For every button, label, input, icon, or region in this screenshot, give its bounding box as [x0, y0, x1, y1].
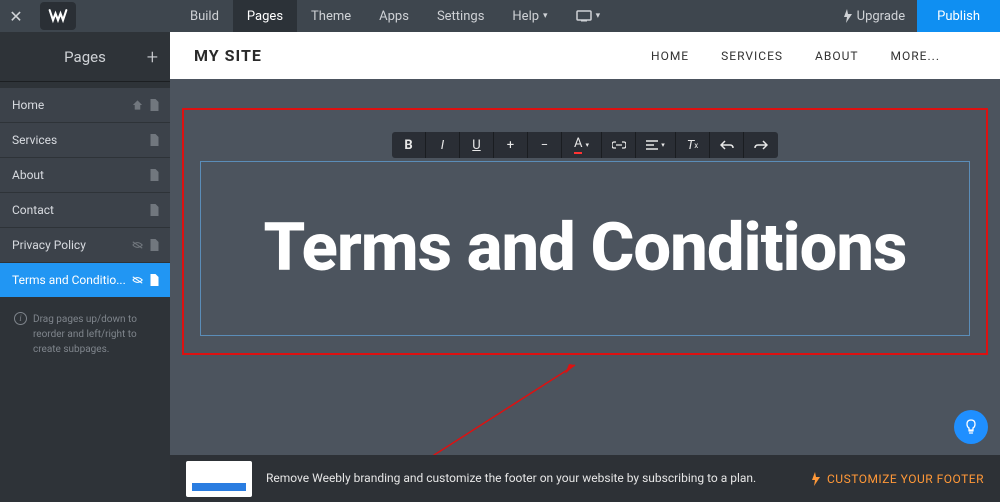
page-icon: [149, 274, 160, 286]
customize-footer-button[interactable]: CUSTOMIZE YOUR FOOTER: [811, 472, 984, 486]
hidden-icon: [132, 274, 143, 286]
sidebar-item-contact[interactable]: Contact: [0, 193, 170, 228]
site-nav: HOME SERVICES ABOUT MORE...: [651, 49, 976, 63]
weebly-logo[interactable]: [40, 2, 76, 30]
home-icon: [132, 99, 143, 111]
nav-home[interactable]: HOME: [651, 49, 689, 63]
page-icon: [149, 239, 160, 251]
add-page-icon[interactable]: +: [147, 45, 158, 69]
info-icon: i: [14, 312, 27, 325]
heading-textbox[interactable]: Terms and Conditions: [200, 161, 970, 336]
menu-help[interactable]: Help▾: [498, 0, 561, 32]
site-title[interactable]: MY SITE: [194, 46, 262, 65]
page-icon: [149, 134, 160, 146]
sidebar-item-privacy[interactable]: Privacy Policy: [0, 228, 170, 263]
device-preview[interactable]: ▾: [562, 0, 615, 32]
menu-settings[interactable]: Settings: [423, 0, 498, 32]
sidebar-item-label: Privacy Policy: [12, 238, 86, 252]
upgrade-button[interactable]: Upgrade: [831, 9, 917, 24]
help-fab[interactable]: [954, 410, 988, 444]
text-toolbar: B I U + − A▾ ▾ Tx: [392, 132, 778, 158]
sidebar-item-services[interactable]: Services: [0, 123, 170, 158]
editor-canvas: MY SITE HOME SERVICES ABOUT MORE... B I …: [170, 32, 1000, 502]
menu-build[interactable]: Build: [176, 0, 233, 32]
footer-promo: Remove Weebly branding and customize the…: [170, 455, 1000, 502]
sidebar-item-label: Services: [12, 133, 57, 147]
lightbulb-icon: [963, 419, 979, 435]
footer-text: Remove Weebly branding and customize the…: [266, 470, 756, 487]
footer-thumbnail: [186, 461, 252, 497]
decrease-button[interactable]: −: [528, 132, 562, 158]
undo-button[interactable]: [710, 132, 744, 158]
sidebar-title: Pages: [64, 48, 106, 66]
sidebar-item-home[interactable]: Home: [0, 88, 170, 123]
sidebar-header: Pages +: [0, 32, 170, 82]
nav-services[interactable]: SERVICES: [721, 49, 783, 63]
italic-button[interactable]: I: [426, 132, 460, 158]
menu-apps[interactable]: Apps: [365, 0, 423, 32]
page-icon: [149, 204, 160, 216]
redo-button[interactable]: [744, 132, 778, 158]
page-icon: [149, 99, 160, 111]
color-button[interactable]: A▾: [562, 132, 602, 158]
sidebar-item-label: About: [12, 168, 44, 182]
sidebar-item-label: Home: [12, 98, 44, 112]
hero-section[interactable]: B I U + − A▾ ▾ Tx Terms and Conditions: [170, 79, 1000, 502]
sidebar-hint: i Drag pages up/down to reorder and left…: [0, 298, 170, 371]
link-button[interactable]: [602, 132, 636, 158]
sidebar-item-label: Terms and Conditio...: [12, 273, 126, 287]
hidden-icon: [132, 239, 143, 251]
publish-button[interactable]: Publish: [917, 0, 1000, 32]
menu-theme[interactable]: Theme: [297, 0, 365, 32]
increase-button[interactable]: +: [494, 132, 528, 158]
sidebar-item-about[interactable]: About: [0, 158, 170, 193]
sidebar-item-label: Contact: [12, 203, 54, 217]
page-icon: [149, 169, 160, 181]
sidebar-item-terms[interactable]: Terms and Conditio...: [0, 263, 170, 298]
nav-about[interactable]: ABOUT: [815, 49, 859, 63]
align-button[interactable]: ▾: [636, 132, 676, 158]
nav-more[interactable]: MORE...: [891, 49, 940, 63]
topbar: ✕ Build Pages Theme Apps Settings Help▾ …: [0, 0, 1000, 32]
bold-button[interactable]: B: [392, 132, 426, 158]
underline-button[interactable]: U: [460, 132, 494, 158]
pages-sidebar: Pages + Home Services About Contact Priv…: [0, 32, 170, 502]
bolt-icon: [811, 472, 821, 486]
clear-format-button[interactable]: Tx: [676, 132, 710, 158]
topbar-menu: Build Pages Theme Apps Settings Help▾ ▾: [176, 0, 614, 32]
close-icon[interactable]: ✕: [0, 7, 32, 26]
site-header: MY SITE HOME SERVICES ABOUT MORE...: [170, 32, 1000, 79]
menu-pages[interactable]: Pages: [233, 0, 297, 32]
heading-text[interactable]: Terms and Conditions: [264, 210, 907, 287]
